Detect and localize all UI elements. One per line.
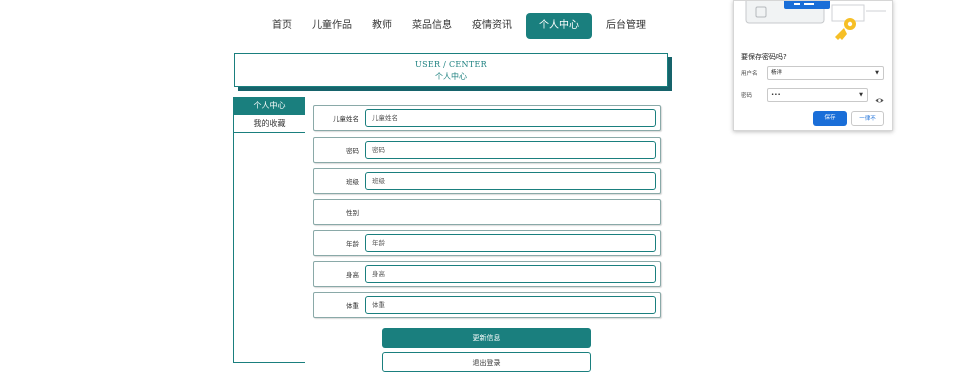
form-row-height: 身高 — [313, 261, 661, 287]
password-input[interactable] — [365, 141, 656, 159]
age-input[interactable] — [365, 234, 656, 252]
form-row-class: 班级 — [313, 168, 661, 194]
logout-button[interactable]: 退出登录 — [382, 352, 591, 372]
password-label: 密码 — [346, 147, 359, 155]
nav-item-admin[interactable]: 后台管理 — [596, 13, 656, 39]
weight-input[interactable] — [365, 296, 656, 314]
child-name-label: 儿童姓名 — [333, 115, 359, 123]
form-row-weight: 体重 — [313, 292, 661, 318]
form-row-child-name: 儿童姓名 — [313, 105, 661, 131]
nav-item-dishes[interactable]: 菜品信息 — [402, 13, 462, 39]
sidebar: 个人中心 我的收藏 — [233, 97, 305, 363]
save-password-title: 要保存密码吗? — [741, 53, 787, 61]
nav-item-home[interactable]: 首页 — [262, 13, 302, 39]
top-nav: 首页 儿童作品 教师 菜品信息 疫情资讯 个人中心 后台管理 — [262, 13, 656, 39]
popup-password-label: 密码 — [741, 93, 753, 99]
child-name-input[interactable] — [365, 109, 656, 127]
chevron-down-icon: ▼ — [859, 92, 863, 98]
chevron-down-icon: ▼ — [875, 70, 879, 76]
popup-username-select[interactable]: 杨洋 ▼ — [767, 66, 884, 80]
update-info-button[interactable]: 更新信息 — [382, 328, 591, 348]
popup-never-button[interactable]: 一律不 — [851, 111, 884, 126]
form-row-age: 年龄 — [313, 230, 661, 256]
nav-item-teachers[interactable]: 教师 — [362, 13, 402, 39]
page: 首页 儿童作品 教师 菜品信息 疫情资讯 个人中心 后台管理 USER / CE… — [0, 0, 969, 381]
weight-label: 体重 — [346, 302, 359, 310]
nav-item-children-works[interactable]: 儿童作品 — [302, 13, 362, 39]
password-illustration — [734, 1, 894, 45]
form-row-gender: 性别 — [313, 199, 661, 225]
sidebar-item-personal-center[interactable]: 个人中心 — [234, 97, 305, 115]
popup-password-select[interactable]: ••• ▼ — [767, 88, 868, 102]
class-input[interactable] — [365, 172, 656, 190]
sidebar-item-favorites[interactable]: 我的收藏 — [234, 115, 305, 133]
page-title-cn: 个人中心 — [435, 72, 467, 81]
class-label: 班级 — [346, 178, 359, 186]
popup-username-label: 用户名 — [741, 71, 758, 77]
page-title-en: USER / CENTER — [415, 60, 487, 69]
save-password-popup: 要保存密码吗? 用户名 杨洋 ▼ 密码 ••• ▼ 保存 一律不 — [733, 0, 893, 131]
popup-password-value: ••• — [771, 92, 781, 98]
gender-label: 性别 — [346, 209, 359, 217]
age-label: 年龄 — [346, 240, 359, 248]
nav-item-personal-center[interactable]: 个人中心 — [526, 13, 592, 39]
popup-username-value: 杨洋 — [771, 70, 783, 76]
eye-icon[interactable] — [875, 90, 884, 109]
height-input[interactable] — [365, 265, 656, 283]
page-header-card: USER / CENTER 个人中心 — [234, 53, 668, 87]
form-row-password: 密码 — [313, 137, 661, 163]
height-label: 身高 — [346, 271, 359, 279]
popup-save-button[interactable]: 保存 — [813, 111, 847, 126]
nav-item-epidemic-news[interactable]: 疫情资讯 — [462, 13, 522, 39]
